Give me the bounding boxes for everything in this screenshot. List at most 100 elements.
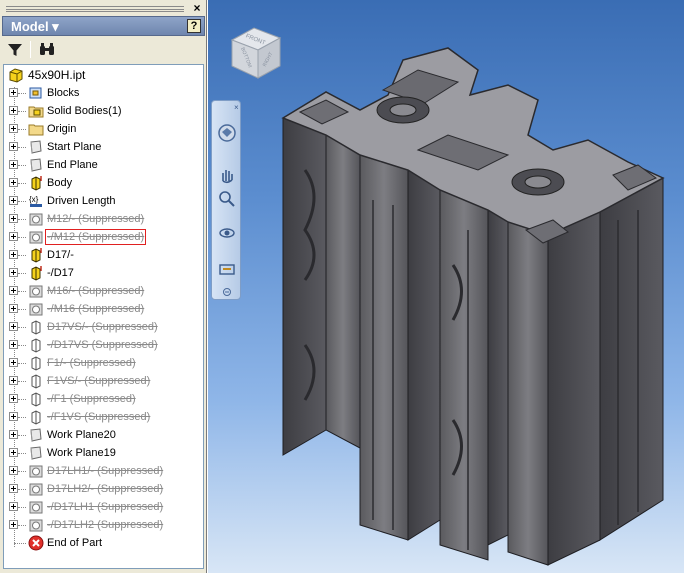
panel-grip[interactable] <box>6 6 184 12</box>
tree-item[interactable]: -/D17LH1 (Suppressed) <box>4 498 203 516</box>
tree-item[interactable]: M16/- (Suppressed) <box>4 282 203 300</box>
steering-wheel-icon[interactable] <box>217 123 237 143</box>
tree-item[interactable]: Body <box>4 174 203 192</box>
tree-item-label: -/F1VS (Suppressed) <box>47 411 151 423</box>
expand-toggle-icon[interactable] <box>9 394 18 403</box>
tree-item-label: End Plane <box>47 159 98 171</box>
expand-toggle-icon[interactable] <box>9 376 18 385</box>
solid-bodies-folder-icon <box>28 103 44 119</box>
expand-toggle-icon[interactable] <box>9 304 18 313</box>
expand-toggle-icon[interactable] <box>9 322 18 331</box>
tree-item[interactable]: -/M16 (Suppressed) <box>4 300 203 318</box>
expand-toggle-icon[interactable] <box>9 466 18 475</box>
tree-item-label: -/M12 (Suppressed) <box>44 229 147 245</box>
tree-item[interactable]: Start Plane <box>4 138 203 156</box>
expand-toggle-icon[interactable] <box>9 448 18 457</box>
expand-toggle-icon[interactable] <box>9 484 18 493</box>
expand-toggle-icon[interactable] <box>9 160 18 169</box>
hole-feature-icon <box>28 481 44 497</box>
tree-item-label: D17LH2/- (Suppressed) <box>47 483 164 495</box>
extrude-suppressed-icon <box>28 391 44 407</box>
extrude-icon <box>28 175 44 191</box>
tree-item[interactable]: -/D17 <box>4 264 203 282</box>
tree-item[interactable]: End Plane <box>4 156 203 174</box>
expand-toggle-icon[interactable] <box>9 142 18 151</box>
zoom-icon[interactable] <box>217 189 237 209</box>
hole-feature-icon <box>28 517 44 533</box>
expand-toggle-icon[interactable] <box>9 412 18 421</box>
parameter-icon: {x} <box>28 193 44 209</box>
tree-item[interactable]: F1VS/- (Suppressed) <box>4 372 203 390</box>
expand-toggle-icon[interactable] <box>9 124 18 133</box>
tree-item[interactable]: Work Plane20 <box>4 426 203 444</box>
expand-toggle-icon[interactable] <box>9 214 18 223</box>
tree-item[interactable]: D17/- <box>4 246 203 264</box>
filter-icon[interactable] <box>7 42 23 58</box>
tree-item[interactable]: End of Part <box>4 534 203 552</box>
tree-connector <box>18 435 26 436</box>
tree-item-label: Origin <box>47 123 77 135</box>
tree-item[interactable]: -/D17VS (Suppressed) <box>4 336 203 354</box>
navbar-close-button[interactable]: × <box>234 104 242 112</box>
tree-item[interactable]: F1/- (Suppressed) <box>4 354 203 372</box>
expand-toggle-icon[interactable] <box>9 106 18 115</box>
tree-item[interactable]: D17VS/- (Suppressed) <box>4 318 203 336</box>
expand-toggle-icon[interactable] <box>9 430 18 439</box>
pan-hand-icon[interactable] <box>217 165 237 185</box>
tree-item[interactable]: D17LH1/- (Suppressed) <box>4 462 203 480</box>
orbit-icon[interactable] <box>217 223 237 243</box>
tree-connector <box>18 345 26 346</box>
model-browser-panel: × Model ▾ ? 45x90H.ipt Blocks Solid Bodie… <box>0 0 207 573</box>
expand-toggle-icon[interactable] <box>9 250 18 259</box>
expand-toggle-icon[interactable] <box>9 196 18 205</box>
work-plane-icon <box>28 445 44 461</box>
tree-item[interactable]: -/F1 (Suppressed) <box>4 390 203 408</box>
extrude-suppressed-icon <box>28 337 44 353</box>
model-tree: 45x90H.ipt Blocks Solid Bodies(1) Origin St… <box>3 64 204 569</box>
panel-close-button[interactable]: × <box>190 1 204 15</box>
tree-item[interactable]: Work Plane19 <box>4 444 203 462</box>
navbar-options-icon[interactable] <box>222 287 232 297</box>
tree-connector <box>18 309 26 310</box>
tree-item[interactable]: -/D17LH2 (Suppressed) <box>4 516 203 534</box>
browser-title-bar: Model ▾ ? <box>2 16 205 36</box>
tree-item[interactable]: -/M12 (Suppressed) <box>4 228 203 246</box>
3d-viewport[interactable]: FRONT RIGHT BOTTOM × <box>208 0 684 573</box>
expand-toggle-icon[interactable] <box>9 520 18 529</box>
expand-toggle-icon[interactable] <box>9 178 18 187</box>
tree-connector <box>18 291 26 292</box>
expand-toggle-icon[interactable] <box>9 286 18 295</box>
tree-item[interactable]: D17LH2/- (Suppressed) <box>4 480 203 498</box>
work-plane-icon <box>28 139 44 155</box>
hole-feature-icon <box>28 301 44 317</box>
tree-root-label: 45x90H.ipt <box>28 68 86 82</box>
tree-connector <box>14 543 26 544</box>
tree-connector <box>18 399 26 400</box>
tree-item[interactable]: Origin <box>4 120 203 138</box>
expand-toggle-icon[interactable] <box>9 502 18 511</box>
expand-toggle-icon[interactable] <box>9 340 18 349</box>
browser-title-dropdown[interactable]: Model ▾ <box>11 19 59 35</box>
blocks-icon <box>28 85 44 101</box>
help-icon[interactable]: ? <box>187 19 201 33</box>
aluminium-profile-model[interactable] <box>208 0 684 573</box>
tree-connector <box>18 111 26 112</box>
tree-connector <box>18 93 26 94</box>
viewcube[interactable]: FRONT RIGHT BOTTOM <box>224 20 288 84</box>
tree-item[interactable]: -/F1VS (Suppressed) <box>4 408 203 426</box>
tree-connector <box>18 453 26 454</box>
tree-connector <box>18 147 26 148</box>
expand-toggle-icon[interactable] <box>9 268 18 277</box>
binoculars-find-icon[interactable] <box>38 41 56 58</box>
expand-toggle-icon[interactable] <box>9 88 18 97</box>
tree-item[interactable]: Solid Bodies(1) <box>4 102 203 120</box>
expand-toggle-icon[interactable] <box>9 358 18 367</box>
tree-item[interactable]: Blocks <box>4 84 203 102</box>
tree-root[interactable]: 45x90H.ipt <box>4 66 203 84</box>
tree-item-label: D17LH1/- (Suppressed) <box>47 465 164 477</box>
expand-toggle-icon[interactable] <box>9 232 18 241</box>
tree-item[interactable]: {x} Driven Length <box>4 192 203 210</box>
tree-item[interactable]: M12/- (Suppressed) <box>4 210 203 228</box>
look-at-icon[interactable] <box>217 259 237 279</box>
tree-item-label: -/D17VS (Suppressed) <box>47 339 158 351</box>
